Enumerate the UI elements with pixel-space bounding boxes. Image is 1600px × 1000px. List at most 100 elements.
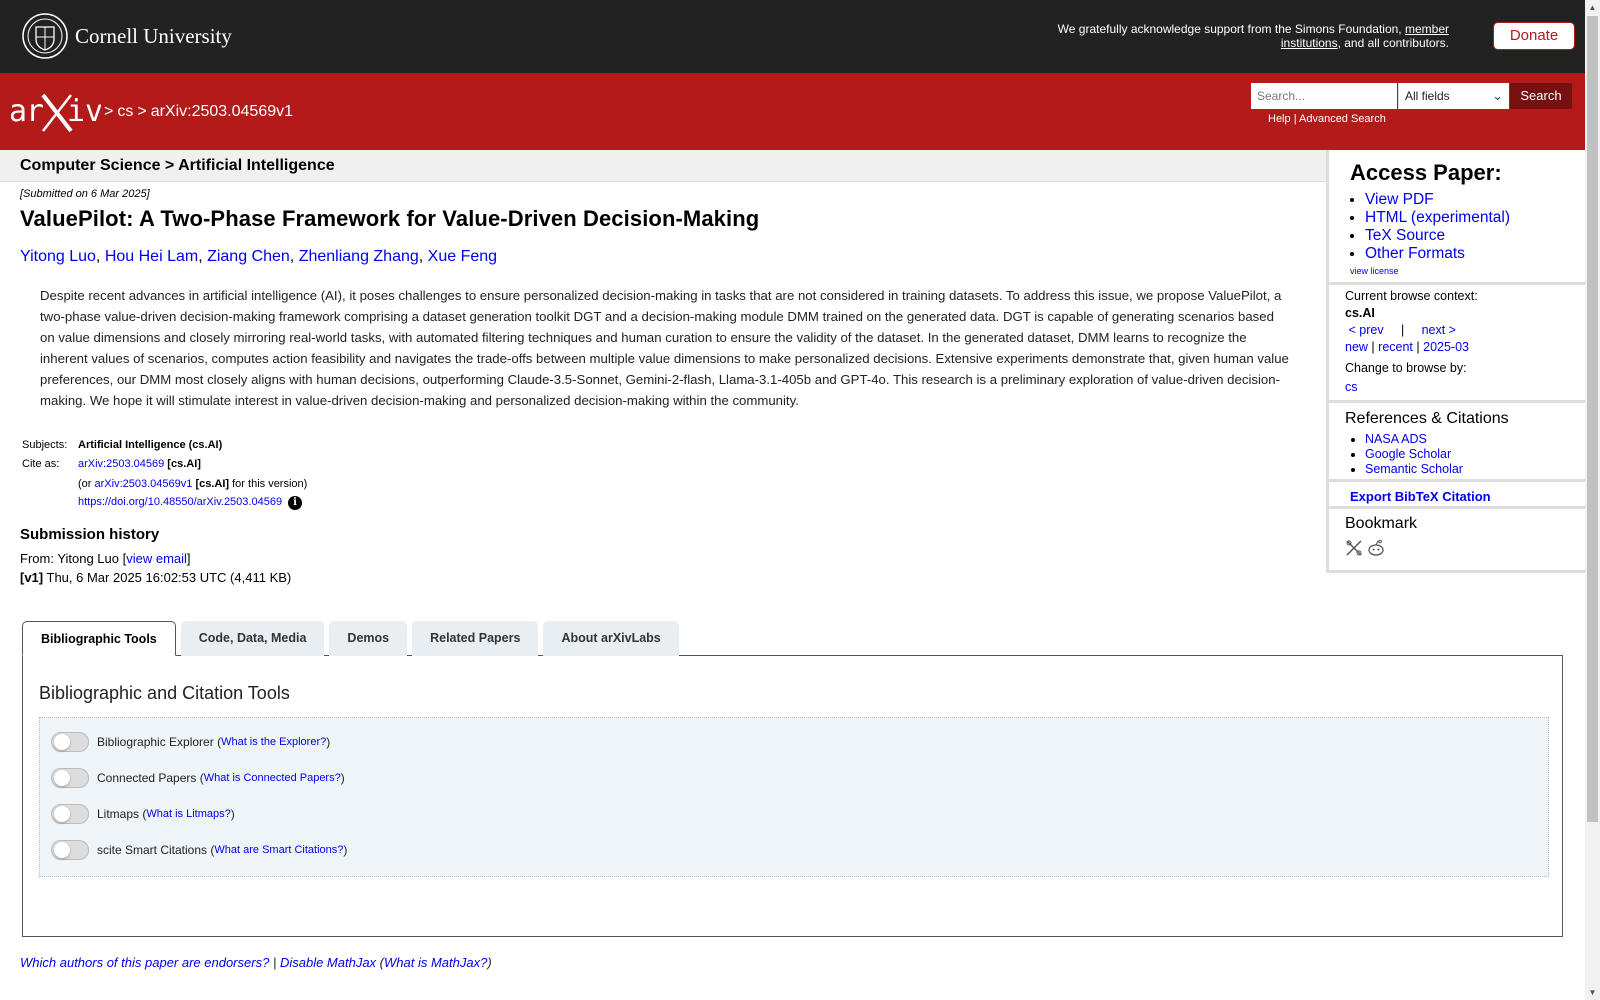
divider (1329, 479, 1585, 482)
search-input[interactable]: Search... (1251, 83, 1397, 109)
tab-about-arxivlabs[interactable]: About arXivLabs (543, 621, 679, 656)
category-title: Computer Science > Artificial Intelligen… (20, 157, 335, 174)
tab-bibliographic-tools[interactable]: Bibliographic Tools (22, 621, 176, 656)
disable-mathjax-link[interactable]: Disable MathJax (280, 955, 376, 970)
what-is-mathjax-link[interactable]: What is MathJax? (384, 955, 487, 970)
tool-row-scite: scite Smart Citations (What are Smart Ci… (51, 840, 347, 860)
abstract: Despite recent advances in artificial in… (40, 288, 1289, 408)
tab-code-data-media[interactable]: Code, Data, Media (180, 621, 325, 656)
connected-papers-toggle[interactable] (51, 768, 89, 788)
search-button[interactable]: Search (1510, 83, 1572, 109)
cite-label: Cite as: (22, 458, 60, 471)
view-email-link[interactable]: view email (126, 551, 187, 566)
tool-label: Connected Papers (97, 771, 197, 785)
footer-links: Which authors of this paper are endorser… (20, 955, 492, 970)
tool-help-link[interactable]: What is the Explorer? (221, 736, 326, 748)
litmaps-toggle[interactable] (51, 804, 89, 824)
nasa-ads-link[interactable]: NASA ADS (1365, 432, 1427, 446)
endorsers-link[interactable]: Which authors of this paper are endorser… (20, 955, 269, 970)
submitted-date: [Submitted on 6 Mar 2025] (20, 188, 150, 200)
pipe-separator: | (1416, 340, 1420, 354)
browse-context: Current browse context: cs.AI < prev | n… (1345, 288, 1478, 396)
tab-panel: Bibliographic and Citation Tools Bibliog… (22, 655, 1563, 937)
author-link[interactable]: Zhenliang Zhang (299, 248, 419, 265)
doi-link[interactable]: https://doi.org/10.48550/arXiv.2503.0456… (78, 496, 282, 508)
other-formats-link[interactable]: Other Formats (1365, 245, 1465, 262)
arxiv-logo-icon[interactable]: ar iv (9, 91, 101, 133)
cite-link[interactable]: arXiv:2503.04569 (78, 458, 164, 470)
sidebar: Access Paper: View PDF HTML (experimenta… (1326, 150, 1585, 573)
bibliographic-explorer-toggle[interactable] (51, 732, 89, 752)
acknowledgement-text: We gratefully acknowledge support from t… (1029, 22, 1449, 50)
month-link[interactable]: 2025-03 (1423, 340, 1469, 354)
breadcrumb: > cs > arXiv:2503.04569v1 (104, 103, 297, 121)
scroll-thumb[interactable] (1587, 16, 1598, 822)
browse-context-label: Current browse context: (1345, 289, 1478, 303)
tab-demos[interactable]: Demos (329, 621, 408, 656)
tex-source-link[interactable]: TeX Source (1365, 227, 1445, 244)
bookmark-icons (1345, 539, 1385, 557)
donate-button[interactable]: Donate (1493, 22, 1575, 50)
tool-label: Bibliographic Explorer (97, 735, 214, 749)
page-scrollbar[interactable]: ▲ ▼ (1585, 0, 1600, 1000)
from-close: ] (186, 551, 191, 566)
tool-label: Litmaps (97, 807, 140, 821)
bookmark-title: Bookmark (1345, 515, 1418, 532)
crumb-separator: > (104, 103, 114, 120)
crumb-separator: > (137, 103, 147, 120)
ack-text: We gratefully acknowledge support from t… (1057, 22, 1402, 36)
help-separator: | (1293, 113, 1297, 125)
search-field-select[interactable]: All fields ⌄ (1398, 83, 1509, 109)
from-text: From: Yitong Luo [ (20, 551, 127, 566)
version-link[interactable]: arXiv:2503.04569v1 (95, 478, 193, 490)
crumb-paper-id[interactable]: arXiv:2503.04569v1 (151, 103, 293, 120)
new-link[interactable]: new (1345, 340, 1368, 354)
advanced-search-link[interactable]: Advanced Search (1299, 113, 1386, 125)
or-prefix: (or (78, 477, 92, 490)
submission-from: From: Yitong Luo [view email] (20, 551, 191, 566)
bibsonomy-icon[interactable] (1345, 539, 1363, 557)
recent-link[interactable]: recent (1378, 340, 1413, 354)
panel-title: Bibliographic and Citation Tools (39, 683, 290, 703)
scroll-down-icon[interactable]: ▼ (1585, 985, 1600, 1000)
ack-tail: , and all contributors. (1337, 36, 1449, 50)
author-link[interactable]: Yitong Luo (20, 248, 96, 265)
author-list: Yitong Luo, Hou Hei Lam, Ziang Chen, Zhe… (20, 248, 498, 265)
next-link[interactable]: next > (1422, 323, 1456, 337)
divider (1329, 506, 1585, 509)
tool-help-link[interactable]: What is Connected Papers? (204, 772, 341, 784)
author-link[interactable]: Ziang Chen (207, 248, 290, 265)
google-scholar-link[interactable]: Google Scholar (1365, 447, 1451, 461)
scroll-up-icon[interactable]: ▲ (1585, 0, 1600, 15)
view-pdf-link[interactable]: View PDF (1365, 191, 1434, 208)
tool-row-connected-papers: Connected Papers (What is Connected Pape… (51, 768, 345, 788)
view-license-link[interactable]: view license (1350, 266, 1399, 276)
browse-cs-link[interactable]: cs (1345, 380, 1358, 394)
pipe-separator: | (1400, 323, 1405, 337)
arxiv-header: ar iv > cs > arXiv:2503.04569v1 Search... A… (0, 73, 1585, 150)
cornell-logo[interactable]: Cornell University (22, 13, 232, 59)
export-bibtex-link[interactable]: Export BibTeX Citation (1350, 489, 1491, 504)
cite-tag: [cs.AI] (167, 458, 201, 471)
tool-help-link[interactable]: What are Smart Citations? (214, 844, 343, 856)
version-row: (or arXiv:2503.04569v1 [cs.AI] for this … (20, 474, 307, 494)
semantic-scholar-link[interactable]: Semantic Scholar (1365, 462, 1463, 476)
crumb-cs-link[interactable]: cs (117, 103, 133, 120)
tab-related-papers[interactable]: Related Papers (412, 621, 539, 656)
reddit-icon[interactable] (1367, 539, 1385, 557)
scite-toggle[interactable] (51, 840, 89, 860)
tab-bar: Bibliographic Tools Code, Data, Media De… (22, 621, 684, 656)
help-link[interactable]: Help (1268, 113, 1291, 125)
prev-link[interactable]: < prev (1348, 323, 1383, 337)
tool-help-link[interactable]: What is Litmaps? (146, 808, 230, 820)
author-link[interactable]: Xue Feng (428, 248, 497, 265)
metadata-table: Subjects: Artificial Intelligence (cs.AI… (20, 435, 307, 513)
svg-text:ar: ar (9, 94, 43, 129)
info-icon[interactable]: i (288, 496, 303, 511)
html-experimental-link[interactable]: HTML (experimental) (1365, 209, 1510, 226)
paper-title: ValuePilot: A Two-Phase Framework for Va… (20, 206, 760, 231)
subjects-label: Subjects: (22, 438, 68, 451)
version-history-v1: [v1] Thu, 6 Mar 2025 16:02:53 UTC (4,411… (20, 570, 291, 585)
access-links: View PDF HTML (experimental) TeX Source … (1365, 191, 1510, 263)
author-link[interactable]: Hou Hei Lam (105, 248, 198, 265)
